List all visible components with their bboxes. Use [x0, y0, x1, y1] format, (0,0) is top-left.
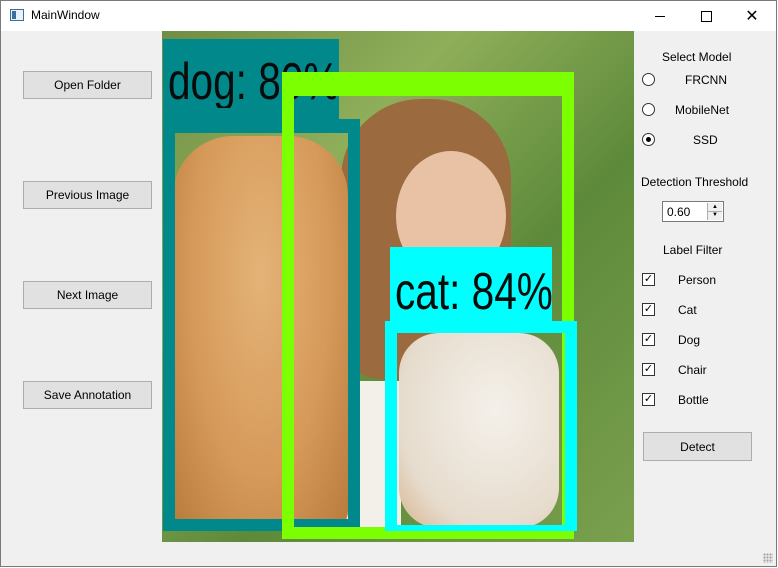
minimize-icon — [655, 15, 665, 17]
radio-frcnn-label: FRCNN — [685, 73, 727, 87]
threshold-spinbox[interactable]: 0.60 ▲ ▼ — [662, 201, 724, 222]
select-model-heading: Select Model — [662, 50, 732, 64]
detection-threshold-heading: Detection Threshold — [641, 175, 749, 189]
save-annotation-button[interactable]: Save Annotation — [23, 381, 152, 409]
checkbox-chair-label: Chair — [678, 363, 707, 377]
maximize-button[interactable] — [683, 1, 729, 31]
cat-detection-label: cat: 84% — [395, 263, 553, 321]
previous-image-button[interactable]: Previous Image — [23, 181, 152, 209]
label-filter-heading: Label Filter — [663, 243, 723, 257]
checkbox-dog[interactable]: ✓ — [642, 333, 655, 346]
radio-frcnn[interactable] — [642, 73, 655, 86]
check-icon: ✓ — [643, 363, 654, 375]
detect-button[interactable]: Detect — [643, 432, 752, 461]
minimize-button[interactable] — [637, 1, 683, 31]
cat-detection-box — [385, 321, 577, 531]
close-button[interactable]: ✕ — [729, 1, 775, 31]
spin-arrows: ▲ ▼ — [707, 203, 722, 220]
spin-down-icon[interactable]: ▼ — [708, 211, 722, 219]
check-icon: ✓ — [643, 393, 654, 405]
title-bar[interactable]: MainWindow ✕ — [1, 1, 776, 31]
check-icon: ✓ — [643, 333, 654, 345]
checkbox-person-label: Person — [678, 273, 717, 287]
checkbox-bottle[interactable]: ✓ — [642, 393, 655, 406]
checkbox-dog-label: Dog — [678, 333, 701, 347]
checkbox-bottle-label: Bottle — [678, 393, 709, 407]
threshold-value: 0.60 — [667, 205, 691, 219]
app-icon — [10, 9, 24, 21]
open-folder-button[interactable]: Open Folder — [23, 71, 152, 99]
resize-grip-icon[interactable] — [763, 553, 773, 563]
radio-mobilenet[interactable] — [642, 103, 655, 116]
main-window: MainWindow ✕ Open Folder Previous Image … — [0, 0, 777, 567]
check-icon: ✓ — [643, 273, 654, 285]
radio-mobilenet-label: MobileNet — [675, 103, 730, 117]
checkbox-chair[interactable]: ✓ — [642, 363, 655, 376]
check-icon: ✓ — [643, 303, 654, 315]
checkbox-cat-label: Cat — [678, 303, 697, 317]
person-detection-box-inner — [294, 88, 562, 96]
checkbox-person[interactable]: ✓ — [642, 273, 655, 286]
next-image-button[interactable]: Next Image — [23, 281, 152, 309]
close-icon: ✕ — [745, 6, 759, 25]
radio-ssd-label: SSD — [693, 133, 718, 147]
maximize-icon — [700, 10, 712, 22]
window-title: MainWindow — [31, 8, 100, 22]
checkbox-cat[interactable]: ✓ — [642, 303, 655, 316]
radio-ssd[interactable] — [642, 133, 655, 146]
